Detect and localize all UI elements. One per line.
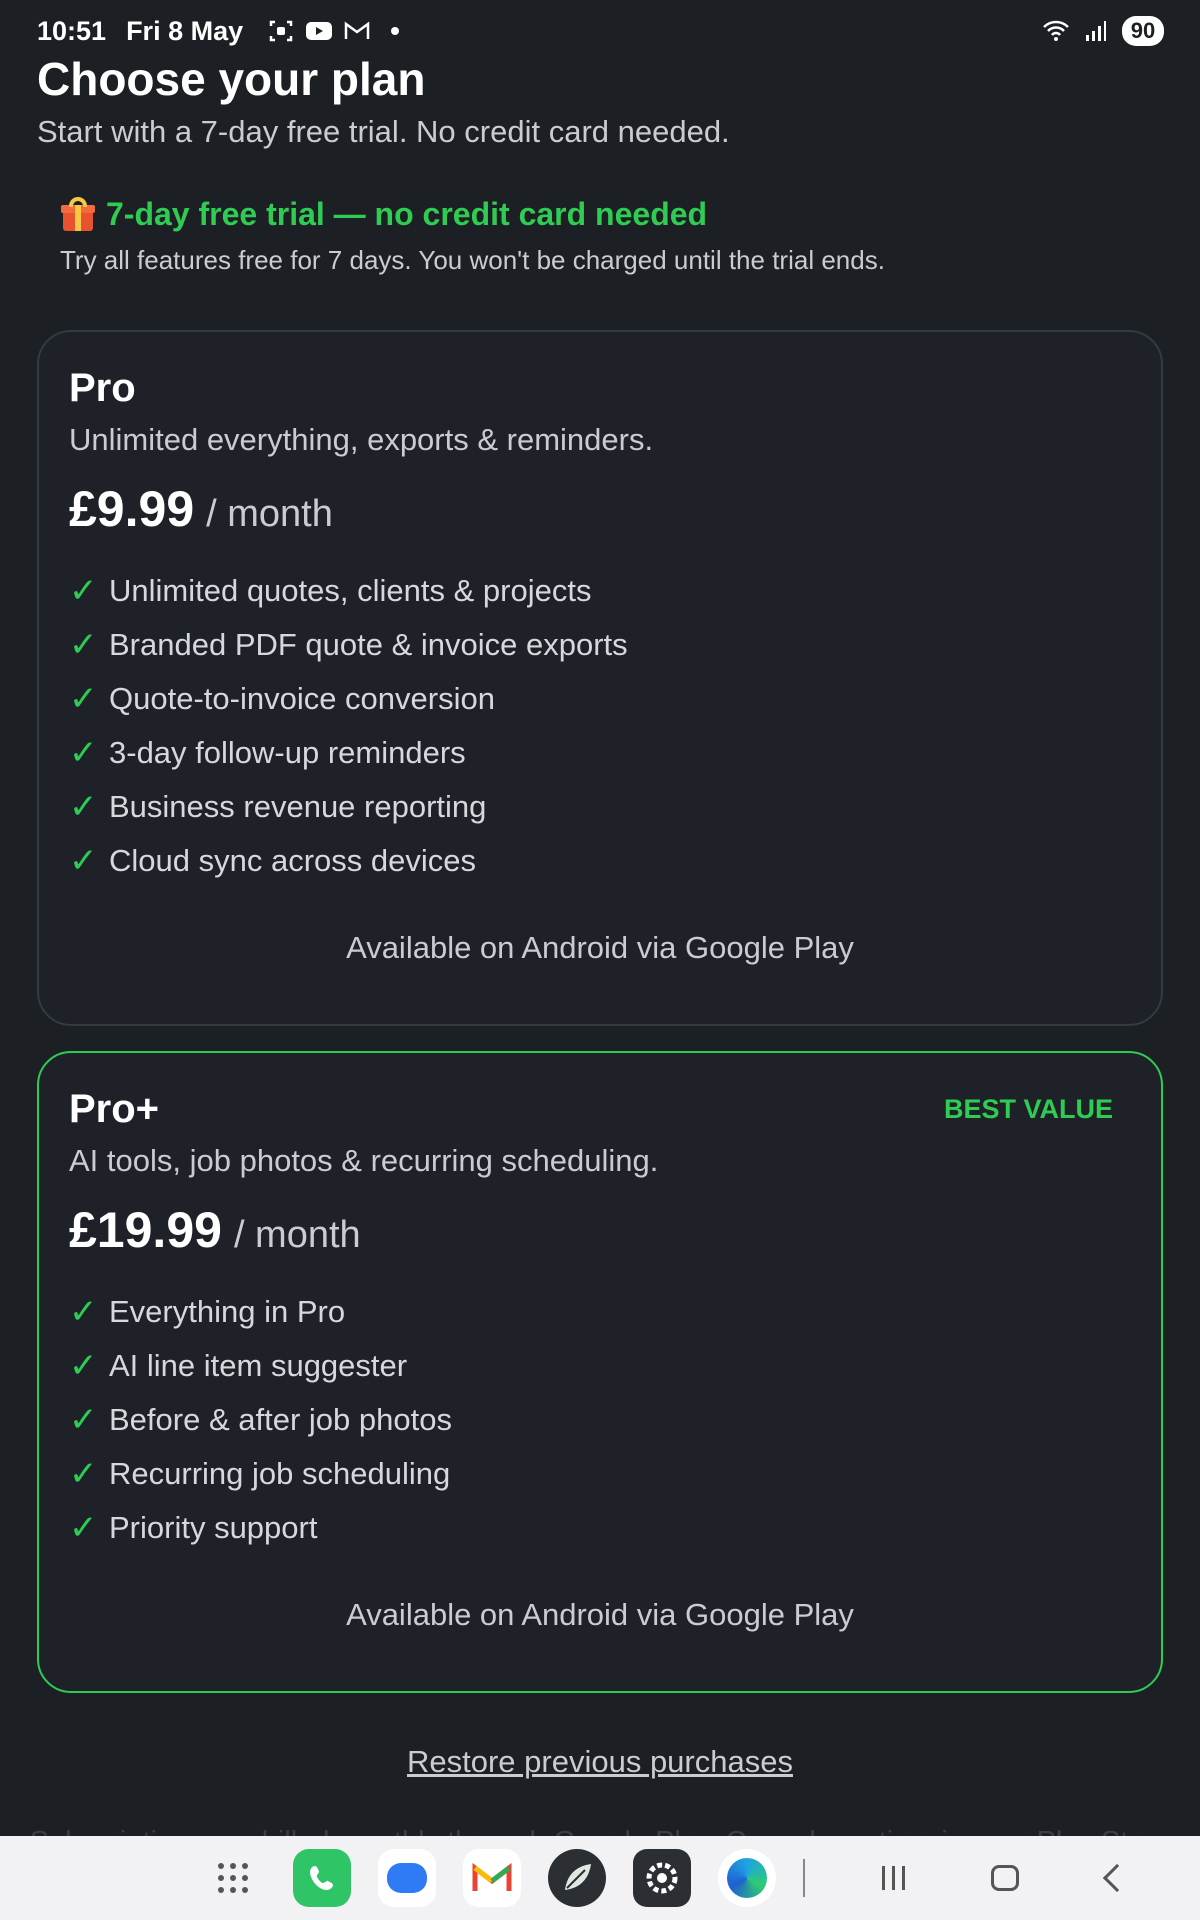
plan-tagline: Unlimited everything, exports & reminder… xyxy=(69,422,654,457)
plan-price: £19.99 / month xyxy=(69,1201,361,1259)
page-title: Choose your plan xyxy=(37,53,426,105)
notification-icons xyxy=(267,17,409,45)
trial-banner-title: 7-day free trial — no credit card needed xyxy=(60,196,1140,233)
price-period: / month xyxy=(233,1214,361,1256)
feature-label: Cloud sync across devices xyxy=(109,843,476,878)
feature-list: ✓ Everything in Pro ✓ AI line item suggest… xyxy=(69,1285,452,1555)
check-icon: ✓ xyxy=(69,1347,98,1385)
page-subtitle: Start with a 7-day free trial. No credit… xyxy=(37,114,730,149)
gift-icon xyxy=(60,196,96,233)
price-period: / month xyxy=(206,493,333,535)
youtube-icon xyxy=(305,17,333,45)
status-date: Fri 8 May xyxy=(126,15,244,46)
feature-item: ✓ Unlimited quotes, clients & projects xyxy=(69,564,628,618)
check-icon: ✓ xyxy=(69,1455,98,1493)
app-dock xyxy=(218,1849,805,1907)
phone-app-icon[interactable] xyxy=(293,1849,351,1907)
restore-purchases-link[interactable]: Restore previous purchases xyxy=(0,1744,1200,1780)
price-amount: £9.99 xyxy=(69,481,195,537)
plan-header: Pro xyxy=(69,366,1113,411)
dot-icon xyxy=(381,17,409,45)
plan-tagline: AI tools, job photos & recurring schedul… xyxy=(69,1143,659,1178)
price-amount: £19.99 xyxy=(69,1202,222,1258)
back-button[interactable] xyxy=(1061,1848,1173,1908)
plan-card-pro[interactable]: Pro Unlimited everything, exports & remi… xyxy=(37,330,1163,1026)
check-icon: ✓ xyxy=(69,1293,98,1331)
feature-item: ✓ Everything in Pro xyxy=(69,1285,452,1339)
check-icon: ✓ xyxy=(69,572,98,610)
apps-grid-icon[interactable] xyxy=(218,1863,258,1893)
wifi-icon xyxy=(1042,17,1070,45)
feature-item: ✓ Priority support xyxy=(69,1501,452,1555)
navigation-bar xyxy=(0,1836,1200,1920)
system-nav-buttons xyxy=(837,1848,1173,1908)
check-icon: ✓ xyxy=(69,680,98,718)
trial-banner-description: Try all features free for 7 days. You wo… xyxy=(60,245,885,275)
gmail-notification-icon xyxy=(343,17,371,45)
recents-button[interactable] xyxy=(837,1848,949,1908)
plan-name: Pro xyxy=(69,366,136,410)
feature-label: Branded PDF quote & invoice exports xyxy=(109,627,628,662)
feature-label: AI line item suggester xyxy=(109,1348,408,1383)
check-icon: ✓ xyxy=(69,788,98,826)
battery-indicator: 90 xyxy=(1122,16,1164,46)
check-icon: ✓ xyxy=(69,842,98,880)
status-left: 10:51 Fri 8 May xyxy=(37,16,409,47)
settings-app-icon[interactable] xyxy=(633,1849,691,1907)
plan-header: Pro+ BEST VALUE xyxy=(69,1087,1113,1132)
signal-icon xyxy=(1082,17,1110,45)
feature-list: ✓ Unlimited quotes, clients & projects ✓ B… xyxy=(69,564,628,888)
status-time: 10:51 xyxy=(37,15,107,46)
availability-note: Available on Android via Google Play xyxy=(346,930,854,965)
check-icon: ✓ xyxy=(69,734,98,772)
feature-label: Quote-to-invoice conversion xyxy=(109,681,495,716)
edge-app-icon[interactable] xyxy=(718,1849,776,1907)
availability-note: Available on Android via Google Play xyxy=(346,1597,854,1632)
feature-item: ✓ AI line item suggester xyxy=(69,1339,452,1393)
best-value-badge: BEST VALUE xyxy=(943,1094,1113,1124)
feature-item: ✓ Before & after job photos xyxy=(69,1393,452,1447)
feature-label: Everything in Pro xyxy=(109,1294,346,1329)
feature-label: Business revenue reporting xyxy=(109,789,487,824)
trial-banner: 7-day free trial — no credit card needed… xyxy=(60,196,1140,276)
home-button[interactable] xyxy=(949,1848,1061,1908)
screenshot-icon xyxy=(267,17,295,45)
feature-item: ✓ Cloud sync across devices xyxy=(69,834,628,888)
gmail-app-icon[interactable] xyxy=(463,1849,521,1907)
plan-name: Pro+ xyxy=(69,1087,160,1131)
feature-label: Priority support xyxy=(109,1510,318,1545)
trial-banner-title-text: 7-day free trial — no credit card needed xyxy=(106,196,708,232)
feature-item: ✓ Quote-to-invoice conversion xyxy=(69,672,628,726)
feature-item: ✓ 3-day follow-up reminders xyxy=(69,726,628,780)
plan-card-pro-plus[interactable]: Pro+ BEST VALUE AI tools, job photos & r… xyxy=(37,1051,1163,1693)
feature-item: ✓ Recurring job scheduling xyxy=(69,1447,452,1501)
check-icon: ✓ xyxy=(69,626,98,664)
check-icon: ✓ xyxy=(69,1401,98,1439)
feature-label: 3-day follow-up reminders xyxy=(109,735,466,770)
feature-label: Unlimited quotes, clients & projects xyxy=(109,573,592,608)
feature-label: Before & after job photos xyxy=(109,1402,452,1437)
check-icon: ✓ xyxy=(69,1509,98,1547)
feature-label: Recurring job scheduling xyxy=(109,1456,451,1491)
status-right: 90 xyxy=(1042,16,1164,46)
plan-price: £9.99 / month xyxy=(69,480,333,538)
messages-app-icon[interactable] xyxy=(378,1849,436,1907)
feature-item: ✓ Business revenue reporting xyxy=(69,780,628,834)
leaf-app-icon[interactable] xyxy=(548,1849,606,1907)
dock-divider xyxy=(803,1859,805,1897)
feature-item: ✓ Branded PDF quote & invoice exports xyxy=(69,618,628,672)
